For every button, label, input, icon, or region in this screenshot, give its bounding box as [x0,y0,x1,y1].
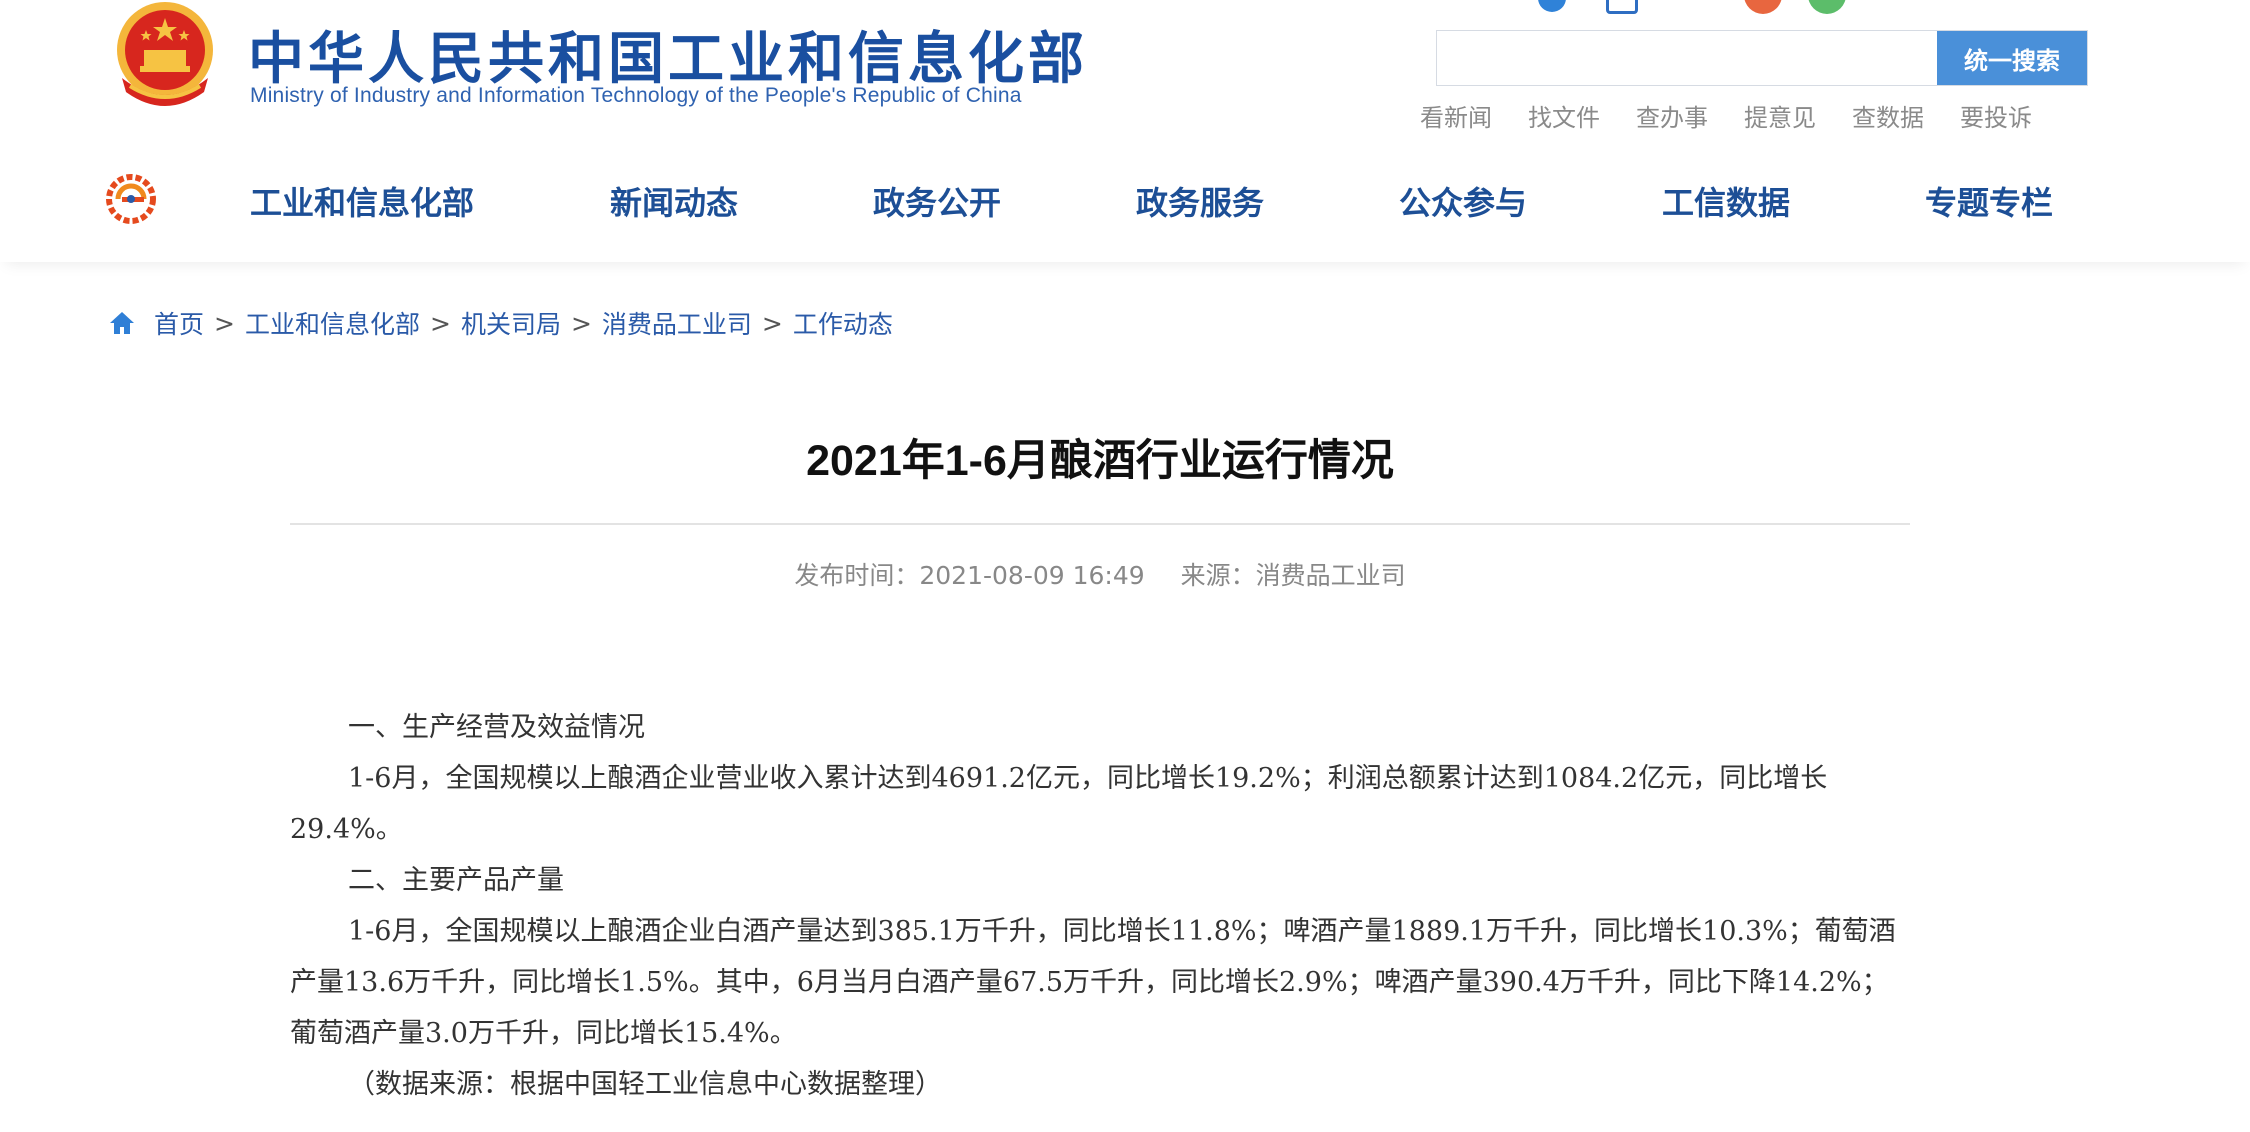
section-heading: 一、生产经营及效益情况 [348,712,645,743]
article-title: 2021年1-6月酿酒行业运行情况 [806,437,1394,485]
breadcrumb-work-updates[interactable]: 工作动态 [793,305,893,341]
article-paragraph: 1-6月，全国规模以上酿酒企业白酒产量达到385.1万千升，同比增长11.8%；… [290,916,1896,1049]
section-heading: 二、主要产品产量 [348,865,564,896]
weibo-icon[interactable] [1538,0,1566,12]
breadcrumb-separator: > [761,308,783,338]
breadcrumb-departments[interactable]: 机关司局 [461,305,561,341]
nav-item-government-affairs[interactable]: 政务公开 [873,178,1001,224]
search-button[interactable]: 统一搜索 [1937,31,2087,85]
wechat-green-icon[interactable] [1808,0,1846,14]
nav-item-topics[interactable]: 专题专栏 [1925,178,2053,224]
nav-item-ministry[interactable]: 工业和信息化部 [250,178,474,224]
main-nav: 工业和信息化部 新闻动态 政务公开 政务服务 公众参与 工信数据 专题专栏 [250,178,2060,228]
quick-link-complaint[interactable]: 要投诉 [1960,98,2032,133]
mobile-icon[interactable] [1606,0,1638,14]
breadcrumb-separator: > [429,308,451,338]
breadcrumb-consumer-goods-dept[interactable]: 消费品工业司 [602,305,752,341]
breadcrumb-ministry[interactable]: 工业和信息化部 [245,305,420,341]
quick-link-services[interactable]: 查办事 [1636,98,1708,133]
breadcrumb-home[interactable]: 首页 [154,305,204,341]
quick-link-documents[interactable]: 找文件 [1528,98,1600,133]
site-header: 中华人民共和国工业和信息化部 Ministry of Industry and … [0,0,2250,262]
search-input[interactable] [1437,31,1939,85]
breadcrumb: 首页 > 工业和信息化部 > 机关司局 > 消费品工业司 > 工作动态 [108,305,893,341]
quick-link-data[interactable]: 查数据 [1852,98,1924,133]
nav-item-news[interactable]: 新闻动态 [610,178,738,224]
home-icon[interactable] [108,310,136,336]
site-subtitle: Ministry of Industry and Information Tec… [250,84,1022,107]
quick-link-feedback[interactable]: 提意见 [1744,98,1816,133]
nav-item-data[interactable]: 工信数据 [1662,178,1790,224]
article-paragraph: 1-6月，全国规模以上酿酒企业营业收入累计达到4691.2亿元，同比增长19.2… [290,763,1828,845]
article-content: 一、生产经营及效益情况 1-6月，全国规模以上酿酒企业营业收入累计达到4691.… [290,702,1910,1110]
breadcrumb-separator: > [214,308,235,338]
publish-time: 发布时间：2021-08-09 16:49 [794,561,1145,590]
search-box: 统一搜索 [1436,30,2088,86]
site-title: 中华人民共和国工业和信息化部 [248,27,1088,92]
wechat-red-icon[interactable] [1744,0,1782,14]
data-source-note: （数据来源：根据中国轻工业信息中心数据整理） [348,1069,942,1100]
breadcrumb-separator: > [570,308,592,338]
article-source: 来源：消费品工业司 [1180,561,1406,590]
nav-item-public-participation[interactable]: 公众参与 [1399,178,1527,224]
title-divider [290,523,1910,525]
quick-links: 看新闻 找文件 查办事 提意见 查数据 要投诉 [1420,98,2032,133]
quick-link-news[interactable]: 看新闻 [1420,98,1492,133]
ministry-logo-icon[interactable] [104,172,158,226]
nav-item-government-services[interactable]: 政务服务 [1136,178,1264,224]
article-meta: 发布时间：2021-08-09 16:49 来源：消费品工业司 [290,556,1910,592]
national-emblem-icon [117,2,213,106]
